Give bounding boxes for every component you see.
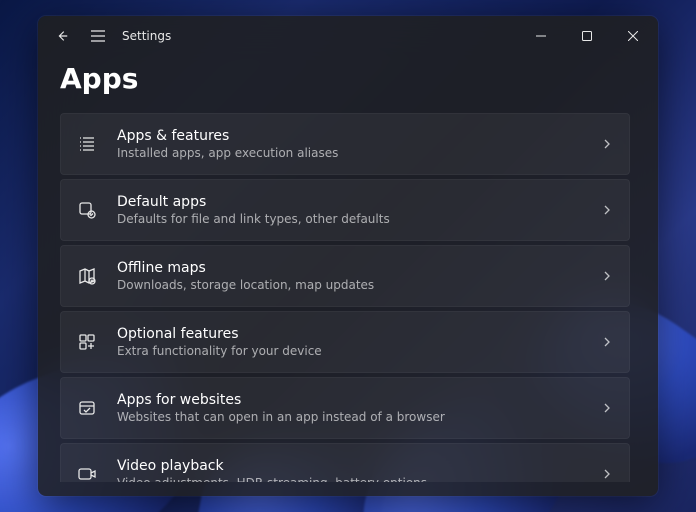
minimize-icon (536, 31, 546, 41)
settings-window: Settings Apps Apps & features Installed … (38, 16, 658, 496)
window-title: Settings (116, 29, 171, 43)
row-subtitle: Downloads, storage location, map updates (117, 277, 601, 293)
row-title: Optional features (117, 325, 601, 343)
row-title: Apps & features (117, 127, 601, 145)
row-video-playback[interactable]: Video playback Video adjustments, HDR st… (60, 443, 630, 482)
chevron-right-icon (601, 270, 613, 282)
menu-button[interactable] (80, 16, 116, 56)
video-icon (75, 462, 99, 482)
chevron-right-icon (601, 204, 613, 216)
website-icon (75, 396, 99, 420)
chevron-right-icon (601, 336, 613, 348)
row-title: Apps for websites (117, 391, 601, 409)
row-subtitle: Video adjustments, HDR streaming, batter… (117, 475, 601, 482)
close-icon (628, 31, 638, 41)
row-offline-maps[interactable]: Offline maps Downloads, storage location… (60, 245, 630, 307)
row-title: Default apps (117, 193, 601, 211)
chevron-right-icon (601, 402, 613, 414)
hamburger-icon (90, 29, 106, 43)
row-subtitle: Defaults for file and link types, other … (117, 211, 601, 227)
row-apps-features[interactable]: Apps & features Installed apps, app exec… (60, 113, 630, 175)
settings-list[interactable]: Apps & features Installed apps, app exec… (60, 113, 636, 482)
row-title: Offline maps (117, 259, 601, 277)
row-default-apps[interactable]: Default apps Defaults for file and link … (60, 179, 630, 241)
row-subtitle: Extra functionality for your device (117, 343, 601, 359)
row-title: Video playback (117, 457, 601, 475)
maximize-button[interactable] (564, 16, 610, 56)
chevron-right-icon (601, 468, 613, 480)
map-icon (75, 264, 99, 288)
back-arrow-icon (55, 29, 69, 43)
row-subtitle: Websites that can open in an app instead… (117, 409, 601, 425)
row-optional-features[interactable]: Optional features Extra functionality fo… (60, 311, 630, 373)
page-title: Apps (60, 56, 636, 113)
features-icon (75, 330, 99, 354)
row-apps-websites[interactable]: Apps for websites Websites that can open… (60, 377, 630, 439)
minimize-button[interactable] (518, 16, 564, 56)
content-area: Apps Apps & features Installed apps, app… (38, 56, 658, 496)
defaults-icon (75, 198, 99, 222)
back-button[interactable] (44, 16, 80, 56)
titlebar: Settings (38, 16, 658, 56)
chevron-right-icon (601, 138, 613, 150)
list-icon (75, 132, 99, 156)
maximize-icon (582, 31, 592, 41)
row-subtitle: Installed apps, app execution aliases (117, 145, 601, 161)
close-button[interactable] (610, 16, 656, 56)
